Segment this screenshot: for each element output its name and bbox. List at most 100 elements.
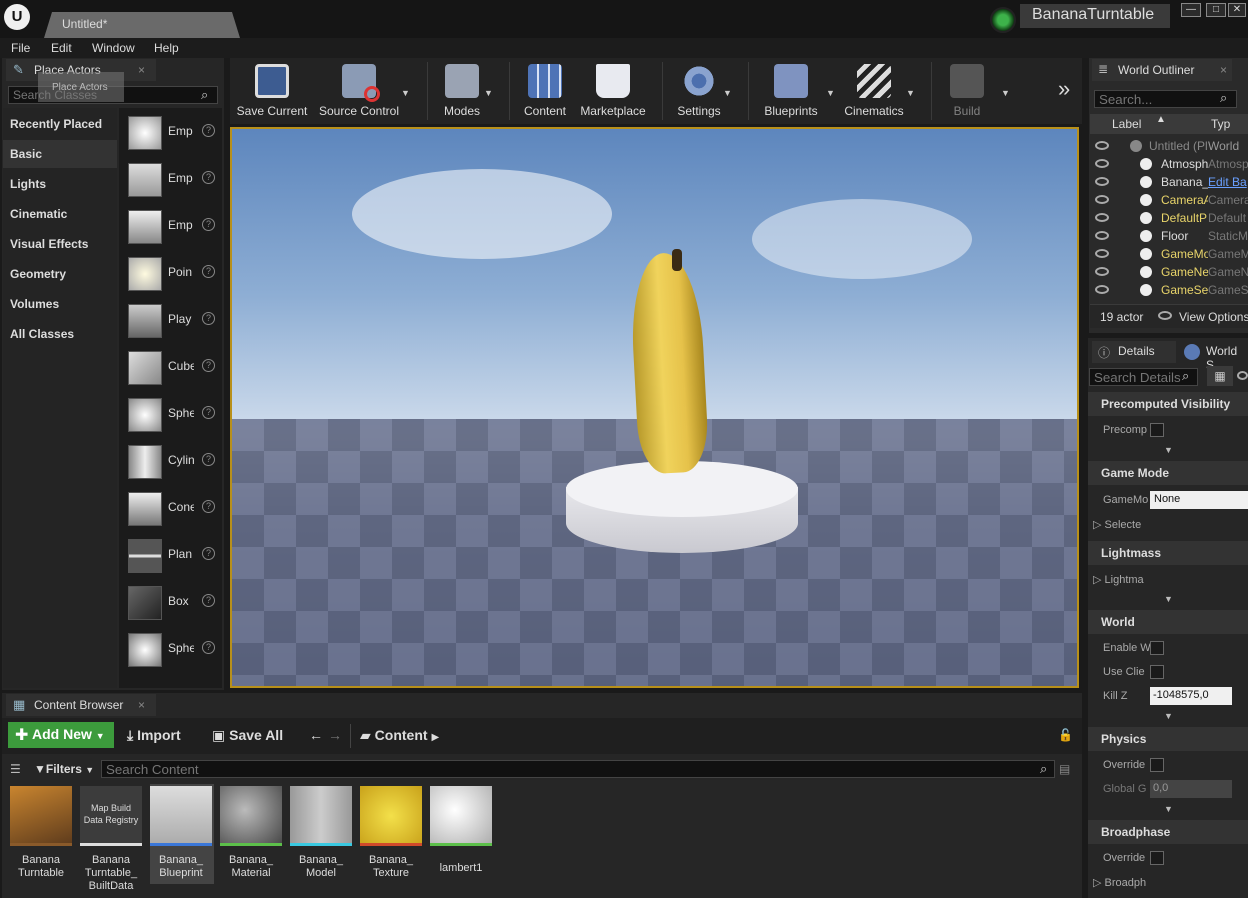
outliner-search-input[interactable] (1094, 90, 1237, 108)
section-lightmass[interactable]: Lightmass (1088, 541, 1248, 565)
search-icon[interactable]: ⌕ (1182, 368, 1189, 384)
outliner-row[interactable]: GameSesGameS (1090, 281, 1248, 299)
help-icon[interactable]: ? (202, 406, 215, 419)
eye-icon[interactable] (1237, 371, 1248, 380)
close-tab-icon[interactable]: × (138, 63, 145, 77)
back-arrow-icon[interactable]: ← (309, 727, 323, 743)
actor-item[interactable]: Cylin? (122, 441, 220, 485)
section-broadphase[interactable]: Broadphase (1088, 820, 1248, 844)
category-visual-effects[interactable]: Visual Effects (3, 230, 117, 258)
menu-window[interactable]: Window (92, 41, 135, 55)
actor-item[interactable]: Box? (122, 582, 220, 626)
actor-item[interactable]: Emp? (122, 159, 220, 203)
source-control-dropdown-icon[interactable]: ▼ (401, 88, 410, 98)
outliner-row[interactable]: Untitled (Pl World (1090, 137, 1248, 155)
column-type[interactable]: Typ (1211, 117, 1230, 131)
section-precomputed-visibility[interactable]: Precomputed Visibility (1088, 392, 1248, 416)
asset-tile[interactable]: Banana_ Material (220, 784, 284, 884)
menu-file[interactable]: File (11, 41, 30, 55)
visibility-eye-icon[interactable] (1095, 195, 1109, 204)
minimize-button[interactable]: — (1181, 3, 1201, 17)
category-basic[interactable]: Basic (3, 140, 117, 168)
visibility-eye-icon[interactable] (1095, 231, 1109, 240)
category-geometry[interactable]: Geometry (3, 260, 117, 288)
visibility-eye-icon[interactable] (1095, 159, 1109, 168)
help-icon[interactable]: ? (202, 500, 215, 513)
asset-tile[interactable]: lambert1 (430, 784, 494, 884)
build-button[interactable]: Build (942, 60, 992, 120)
outliner-row[interactable]: Floor StaticM (1090, 227, 1248, 245)
save-all-button[interactable]: ▣ Save All (212, 727, 283, 744)
help-icon[interactable]: ? (202, 453, 215, 466)
outliner-row[interactable]: CameraA Camera (1090, 191, 1248, 209)
save-current-button[interactable]: Save Current (234, 60, 310, 120)
category-recently-placed[interactable]: Recently Placed (3, 110, 117, 138)
gamemode-select[interactable]: None (1150, 491, 1248, 509)
asset-tile[interactable]: Banana Turntable (10, 784, 74, 884)
cinematics-dropdown-icon[interactable]: ▼ (906, 88, 915, 98)
expand-advanced-icon[interactable]: ▼ (1164, 445, 1173, 455)
close-button[interactable]: ✕ (1228, 3, 1246, 17)
visibility-eye-icon[interactable] (1095, 285, 1109, 294)
cinematics-button[interactable]: Cinematics (840, 60, 908, 120)
kill-z-field[interactable]: -1048575,0 (1150, 687, 1232, 705)
visibility-eye-icon[interactable] (1095, 267, 1109, 276)
search-icon[interactable]: ⌕ (201, 87, 208, 103)
category-lights[interactable]: Lights (3, 170, 117, 198)
maximize-button[interactable]: □ (1206, 3, 1226, 17)
actor-item[interactable]: Emp? (122, 206, 220, 250)
help-icon[interactable]: ? (202, 641, 215, 654)
help-icon[interactable]: ? (202, 547, 215, 560)
outliner-row[interactable]: GameMo GameM (1090, 245, 1248, 263)
section-game-mode[interactable]: Game Mode (1088, 461, 1248, 485)
broadphase-override-checkbox[interactable] (1150, 851, 1164, 865)
forward-arrow-icon[interactable]: → (328, 727, 342, 743)
expand-advanced-icon[interactable]: ▼ (1164, 804, 1173, 814)
path-content[interactable]: ▰ Content ▶ (360, 727, 439, 744)
actor-item[interactable]: Sphe? (122, 629, 220, 673)
override-checkbox[interactable] (1150, 758, 1164, 772)
help-icon[interactable]: ? (202, 312, 215, 325)
asset-tile[interactable]: Map Build Data Registry Banana Turntable_… (80, 784, 144, 892)
help-icon[interactable]: ? (202, 359, 215, 372)
save-search-icon[interactable]: ▤ (1059, 762, 1070, 776)
details-tab[interactable]: ⓘ Details (1092, 341, 1176, 363)
actor-item[interactable]: Poin? (122, 253, 220, 297)
lock-icon[interactable]: 🔓 (1058, 728, 1073, 742)
content-browser-tab[interactable]: ▦ Content Browser × (6, 694, 156, 716)
source-control-button[interactable]: Source Control (316, 60, 402, 120)
help-icon[interactable]: ? (202, 171, 215, 184)
actor-item[interactable]: Cube? (122, 347, 220, 391)
view-options-button[interactable]: View Options (1179, 310, 1248, 324)
category-volumes[interactable]: Volumes (3, 290, 117, 318)
close-tab-icon[interactable]: × (1220, 63, 1227, 77)
menu-help[interactable]: Help (154, 41, 179, 55)
visibility-eye-icon[interactable] (1095, 249, 1109, 258)
section-physics[interactable]: Physics (1088, 727, 1248, 751)
outliner-row[interactable]: Banana_ Edit Ba (1090, 173, 1248, 191)
banana-model[interactable] (628, 251, 710, 475)
search-content-input[interactable] (101, 760, 1055, 778)
enable-world-checkbox[interactable] (1150, 641, 1164, 655)
help-icon[interactable]: ? (202, 218, 215, 231)
search-icon[interactable]: ⌕ (1220, 90, 1227, 106)
outliner-row-type[interactable]: Edit Ba (1208, 175, 1248, 189)
toolbar-overflow-icon[interactable]: » (1058, 76, 1070, 102)
actor-item[interactable]: Sphe? (122, 394, 220, 438)
settings-dropdown-icon[interactable]: ▼ (723, 88, 732, 98)
category-cinematic[interactable]: Cinematic (3, 200, 117, 228)
visibility-eye-icon[interactable] (1095, 213, 1109, 222)
use-client-checkbox[interactable] (1150, 665, 1164, 679)
settings-button[interactable]: Settings (672, 60, 726, 120)
sources-toggle-icon[interactable]: ☰ (10, 762, 21, 776)
import-button[interactable]: ⤓ Import (127, 727, 181, 744)
asset-tile[interactable]: Banana_ Blueprint (150, 784, 214, 884)
outliner-row[interactable]: DefaultP Default (1090, 209, 1248, 227)
visibility-eye-icon[interactable] (1095, 177, 1109, 186)
marketplace-button[interactable]: Marketplace (578, 60, 648, 120)
category-all-classes[interactable]: All Classes (3, 320, 117, 348)
help-icon[interactable]: ? (202, 265, 215, 278)
build-dropdown-icon[interactable]: ▼ (1001, 88, 1010, 98)
help-icon[interactable]: ? (202, 594, 215, 607)
world-settings-tab[interactable]: World S (1180, 341, 1248, 372)
